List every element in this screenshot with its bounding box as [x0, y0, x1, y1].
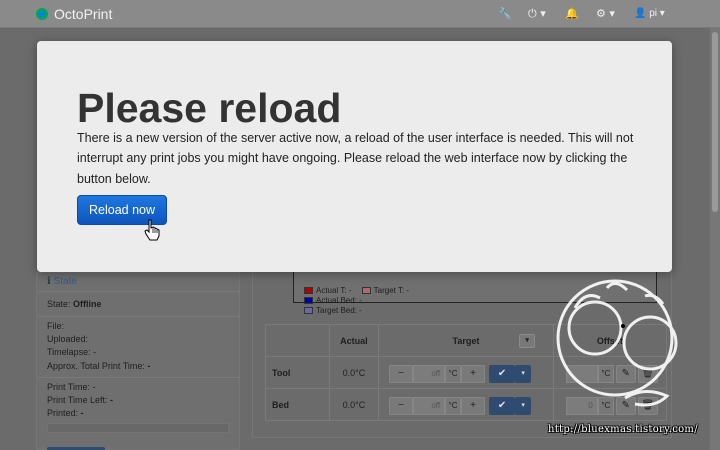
power-icon[interactable]: ⏻ ▾ [528, 7, 546, 21]
navbar: OctoPrint 🔧 ⏻ ▾ 🔔 ⚙ ▾ 👤 pi ▾ [0, 0, 720, 28]
divider [37, 377, 239, 378]
watermark-url: http://bluexmas.tistory.com/ [548, 424, 698, 435]
brand-name: OctoPrint [54, 6, 113, 22]
watermark-logo-icon [556, 279, 678, 407]
decrease-button[interactable]: − [389, 365, 414, 383]
divider [37, 291, 239, 292]
set-target-button[interactable]: ✔ [489, 397, 516, 415]
timelapse-line: Timelapse: - [47, 347, 97, 357]
hand-cursor-icon [144, 219, 160, 241]
target-input[interactable]: off [413, 397, 446, 415]
info-icon: ℹ [47, 276, 51, 287]
legend-item: Target T: - [361, 286, 409, 295]
divider [37, 316, 239, 317]
approx-print-time-line: Approx. Total Print Time: - [47, 361, 151, 371]
row-label: Bed [265, 388, 330, 421]
wrench-icon[interactable]: 🔧 [498, 7, 512, 20]
legend-swatch [304, 287, 313, 294]
set-target-button[interactable]: ✔ [489, 365, 516, 383]
actual-column-header: Actual [328, 324, 380, 357]
uploaded-line: Uploaded: [47, 334, 89, 344]
target-dropdown-button[interactable]: ▾ [519, 334, 536, 348]
unit-label: °C [445, 397, 462, 415]
user-icon: 👤 [634, 8, 647, 19]
state-line: State: Offline [47, 299, 102, 309]
unit-label: °C [445, 365, 462, 383]
decrease-button[interactable]: − [389, 397, 414, 415]
state-panel: ℹ State State: Offline File: Uploaded: T… [36, 272, 240, 450]
target-input[interactable]: off [413, 365, 446, 383]
row-label: Tool [265, 356, 330, 389]
legend-swatch [361, 287, 371, 294]
print-time-left-line: Print Time Left: - [47, 395, 114, 405]
increase-button[interactable]: + [461, 397, 486, 415]
print-time-line: Print Time: - [47, 382, 96, 392]
page-scrollbar[interactable] [710, 28, 720, 450]
state-panel-heading[interactable]: ℹ State [47, 276, 77, 287]
settings-sliders-icon[interactable]: ⚙ ▾ [596, 7, 615, 20]
legend-item: Target Bed: - [304, 306, 362, 315]
octoprint-logo-icon [36, 8, 48, 20]
print-progress-bar [47, 423, 229, 433]
legend-item: Actual Bed: - [304, 296, 362, 305]
user-menu[interactable]: 👤 pi ▾ [634, 8, 665, 19]
target-options-button[interactable]: ▾ [515, 365, 532, 383]
modal-body-text: There is a new version of the server act… [77, 131, 634, 186]
bell-icon[interactable]: 🔔 [565, 7, 579, 20]
increase-button[interactable]: + [461, 365, 486, 383]
file-line: File: [47, 321, 65, 331]
legend-item: Actual T: - [304, 286, 351, 295]
reload-modal: Please reload There is a new version of … [37, 41, 672, 272]
actual-value: 0.0°C [328, 388, 380, 421]
actual-value: 0.0°C [328, 356, 380, 389]
graph-legend: Actual T: - Target T: - Actual Bed: - Ta… [304, 286, 434, 316]
target-column-header: Target ▾ [378, 324, 554, 357]
modal-title: Please reload [77, 85, 342, 131]
scrollbar-thumb[interactable] [712, 32, 718, 212]
printed-line: Printed: - [47, 408, 84, 418]
legend-swatch [304, 297, 313, 304]
brand[interactable]: OctoPrint [36, 6, 112, 22]
target-options-button[interactable]: ▾ [515, 397, 532, 415]
user-name: pi [649, 8, 658, 19]
legend-swatch [304, 307, 313, 314]
